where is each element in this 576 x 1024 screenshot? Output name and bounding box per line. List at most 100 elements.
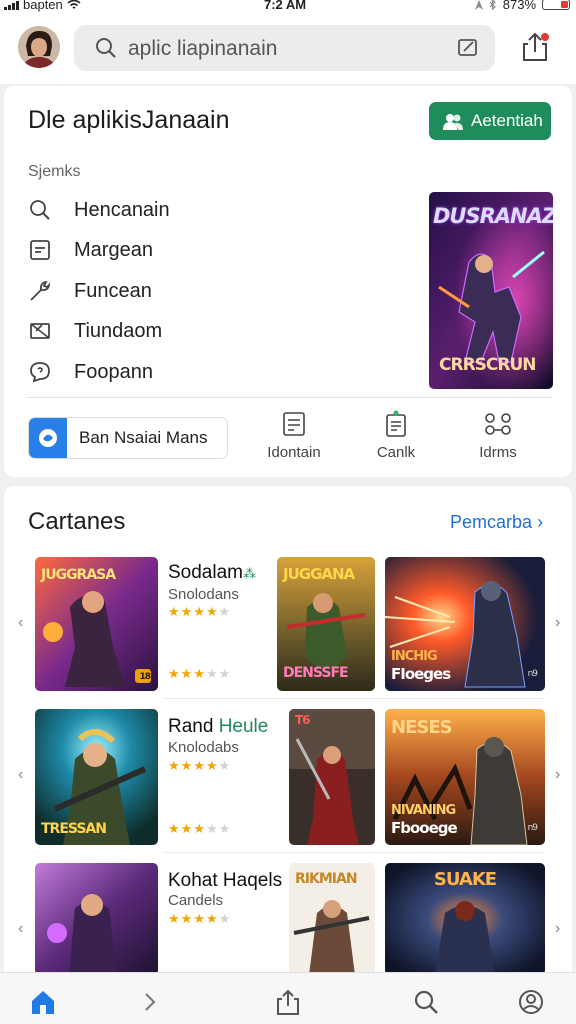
star-filled-icon: ★ [168, 666, 181, 681]
star-empty-icon: ★ [218, 911, 232, 926]
game-name[interactable]: Kohat Haqels [168, 870, 282, 892]
profile-icon [519, 990, 543, 1014]
quick-action[interactable]: Idontain [249, 408, 339, 461]
game-name-highlight: Heule [218, 716, 269, 737]
chevron-right-icon[interactable]: › [555, 920, 560, 938]
battery-icon [542, 0, 570, 10]
signal-icon [4, 0, 19, 10]
status-bar: bapten 7:2 AM 873% [0, 0, 576, 14]
divider [164, 852, 544, 853]
tab-home[interactable] [28, 987, 58, 1017]
game-art-caption: SUAKE [433, 869, 497, 890]
nodes-icon [453, 408, 543, 440]
share-icon [277, 989, 299, 1015]
game-name[interactable]: Sodalam⁂ [168, 562, 256, 584]
menu-item-label: Margean [74, 238, 153, 261]
chip-label: Ban Nsaiai Mans [79, 428, 208, 447]
game-subtitle: Candels [168, 892, 224, 909]
menu-item[interactable]: Foopann [26, 358, 153, 386]
star-filled-icon: ★ [168, 758, 181, 773]
menu-item[interactable]: Hencanain [26, 196, 170, 224]
app-card: Dle aplikisJanaain Aetentiah Sjemks Henc… [4, 86, 572, 477]
star-empty-icon: ★ [218, 604, 232, 619]
star-empty-icon: ★ [218, 758, 232, 773]
menu-item[interactable]: Margean [26, 236, 153, 264]
game-art-caption: JUGGRASA [41, 567, 116, 583]
badge-icon [29, 418, 67, 458]
document-icon [26, 236, 54, 264]
search-input[interactable]: aplic liapinanain [128, 37, 277, 61]
carrier-name: bapten [23, 0, 63, 12]
home-icon [32, 991, 54, 1014]
clipboard-icon [351, 408, 441, 440]
featured-game-poster[interactable]: DUSRANAZ CRRSCRUN [429, 192, 553, 389]
search-bar[interactable]: aplic liapinanain [74, 25, 495, 71]
game-name-mark: ⁂ [243, 566, 256, 581]
game-art[interactable]: T6 [289, 709, 375, 845]
share-icon[interactable] [518, 30, 552, 64]
game-art[interactable] [35, 863, 158, 972]
game-art[interactable]: SUAKE [385, 863, 545, 972]
tab-profile[interactable] [516, 987, 546, 1017]
star-filled-icon: ★ [180, 758, 194, 773]
menu-item-label: Tiundaom [74, 319, 163, 342]
chevron-right-icon[interactable]: › [555, 766, 560, 784]
tab-search[interactable] [411, 987, 441, 1017]
game-art[interactable]: TRESSAN [35, 709, 158, 845]
star-filled-icon: ★ [180, 911, 194, 926]
game-tag: n9 [527, 669, 538, 679]
tab-next[interactable] [135, 987, 165, 1017]
star-filled-icon: ★ [193, 666, 206, 681]
chevron-left-icon[interactable]: ‹ [18, 614, 23, 632]
game-art[interactable]: JUGGRASA 18 [35, 557, 158, 691]
quick-action-label: Idrms [479, 444, 517, 461]
game-art-caption: INCHIG [391, 649, 438, 664]
filter-chip[interactable]: Ban Nsaiai Mans [28, 417, 228, 459]
star-filled-icon: ★ [168, 821, 181, 836]
quick-action[interactable]: Canlk [351, 408, 441, 461]
game-art[interactable]: INCHIG FIoeges n9 [385, 557, 545, 691]
chevron-left-icon[interactable]: ‹ [18, 766, 23, 784]
search-icon [414, 990, 438, 1014]
see-all-link[interactable]: Pemcarba › [450, 512, 543, 533]
avatar-portrait [18, 26, 60, 68]
list-icon [249, 408, 339, 440]
chevron-left-icon[interactable]: ‹ [18, 920, 23, 938]
game-art[interactable]: RIKMIAN [289, 863, 375, 972]
tab-bar [0, 972, 576, 1024]
poster-title: DUSRANAZ [433, 204, 553, 228]
game-art-caption: Fbooege [391, 819, 458, 837]
avatar[interactable] [18, 26, 60, 68]
game-art[interactable]: NESES NIVANING Fbooege n9 [385, 709, 545, 845]
chevron-right-icon[interactable]: › [555, 614, 560, 632]
star-rating: ★★★★★ [168, 666, 231, 682]
game-subtitle: Snolodans [168, 586, 239, 603]
game-tag: n9 [527, 823, 538, 833]
search-icon [96, 38, 116, 58]
battery-percent: 873% [502, 0, 536, 12]
menu-item-label: Hencanain [74, 198, 170, 221]
menu-item[interactable]: Funcean [26, 277, 152, 305]
game-subtitle: Knolodabs [168, 739, 239, 756]
users-icon [443, 114, 463, 130]
game-name[interactable]: Rand Heule [168, 716, 268, 738]
star-empty-icon: ★ [205, 666, 219, 681]
flag-icon [26, 317, 54, 345]
star-empty-icon: ★ [218, 821, 232, 836]
quick-action[interactable]: Idrms [453, 408, 543, 461]
wifi-icon [67, 0, 81, 9]
game-art-caption: RIKMIAN [295, 871, 358, 887]
primary-action-button[interactable]: Aetentiah [429, 102, 551, 140]
game-art[interactable]: JUGGANA DENSSFE [277, 557, 375, 691]
star-filled-icon: ★ [193, 758, 206, 773]
game-art-caption: FIoeges [391, 665, 451, 683]
top-bar: aplic liapinanain [0, 14, 576, 84]
star-filled-icon: ★ [205, 758, 219, 773]
menu-item[interactable]: Tiundaom [26, 317, 162, 345]
star-filled-icon: ★ [193, 604, 206, 619]
chevron-right-icon: › [537, 512, 544, 532]
tab-share[interactable] [273, 987, 303, 1017]
edit-icon[interactable] [457, 37, 479, 59]
page-title: Dle aplikisJanaain [28, 106, 230, 134]
star-rating: ★★★★★ [168, 758, 231, 774]
